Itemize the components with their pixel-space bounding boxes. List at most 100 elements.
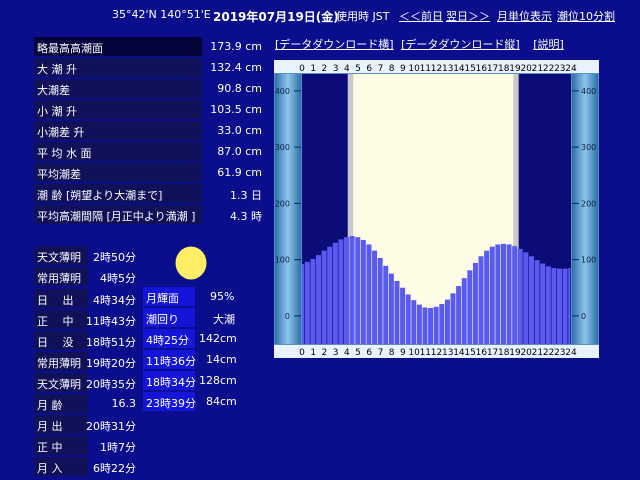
hour-label-top: 2 — [322, 64, 328, 74]
moon-row: 月 出 20時31分 — [34, 415, 136, 434]
hour-label-bottom: 7 — [378, 348, 384, 358]
y-tick-label-right: 100 — [581, 256, 596, 265]
hour-label-bottom: 0 — [299, 348, 305, 358]
info-label: 平 均 水 面 — [37, 147, 92, 160]
download-horizontal-link[interactable]: [データダウンロード横] — [275, 38, 394, 51]
tide-bar — [556, 268, 562, 344]
tide-bar — [310, 259, 316, 344]
tide-bar — [394, 281, 400, 344]
tide-bar — [428, 308, 434, 344]
y-tick-label-left: 400 — [275, 87, 290, 96]
hour-label-bottom: 18 — [498, 348, 510, 358]
info-row: 略最高高潮面 173.9 cm — [34, 37, 262, 56]
tide-chart: 400 400300 300200 200100 1000 0 0011223344556… — [274, 60, 599, 358]
moon-row: 月 齢 16.3 — [34, 394, 136, 413]
download-vertical-link[interactable]: [データダウンロード縦] — [401, 38, 520, 51]
hour-label-bottom: 21 — [532, 348, 543, 358]
tide-bar — [355, 237, 361, 344]
moon-phase-icon — [175, 246, 207, 280]
y-tick-label-left: 0 — [285, 312, 290, 321]
hour-label-top: 19 — [509, 64, 521, 74]
tide-bar — [456, 286, 462, 344]
hour-label-top: 11 — [420, 64, 431, 74]
y-tick-label-right: 200 — [581, 199, 596, 208]
hour-label-bottom: 10 — [408, 348, 420, 358]
tide-bar — [568, 268, 571, 344]
right-gauge — [572, 74, 598, 344]
tide-bar — [327, 246, 333, 344]
moon-value: 1時7分 — [100, 441, 136, 454]
timezone-label: 使用時 JST — [336, 10, 390, 23]
hour-label-top: 1 — [310, 64, 316, 74]
tide-bar — [377, 257, 383, 344]
hour-label-top: 17 — [487, 64, 498, 74]
hour-label-top: 8 — [389, 64, 395, 74]
tide-bar — [383, 265, 389, 344]
sun-value: 11時43分 — [86, 315, 136, 328]
hour-label-top: 4 — [344, 64, 350, 74]
hour-label-bottom: 8 — [389, 348, 395, 358]
info-label: 平均潮差 — [37, 168, 81, 181]
moon-value: 6時22分 — [93, 462, 136, 475]
tide-bar — [411, 300, 417, 344]
hour-label-top: 14 — [453, 64, 465, 74]
sun-row: 天文薄明 20時35分 — [34, 373, 136, 392]
tide-interval-link[interactable]: 潮位10分割 — [557, 8, 615, 24]
info-label: 平均高潮間隔 [月正中より満潮 ] — [37, 210, 196, 223]
tide-bar — [478, 256, 484, 344]
sun-label: 天文薄明 — [37, 251, 81, 264]
tide-bar — [416, 304, 422, 344]
sun-row: 常用薄明 19時20分 — [34, 352, 136, 371]
moon-value: 20時31分 — [86, 420, 136, 433]
moon-row: 月 入 6時22分 — [34, 457, 136, 476]
sun-row: 正 中 11時43分 — [34, 310, 136, 329]
tide-bar — [344, 237, 350, 344]
tide-level: 128cm — [199, 374, 237, 387]
hour-label-bottom: 12 — [431, 348, 442, 358]
sun-label: 天文薄明 — [37, 378, 81, 391]
tide-bar — [534, 260, 540, 344]
info-value: 103.5 cm — [210, 103, 262, 116]
y-tick-label-left: 200 — [275, 199, 290, 208]
tide-bar — [372, 250, 378, 344]
next-day-link[interactable]: 翌日＞＞ — [446, 8, 490, 24]
hour-label-top: 5 — [355, 64, 361, 74]
info-row: 小潮差 升 33.0 cm — [34, 121, 262, 140]
moon-label: 月 出 — [37, 420, 63, 433]
y-tick-label-right: 300 — [581, 143, 596, 152]
hour-label-bottom: 13 — [442, 348, 453, 358]
tide-level: 14cm — [206, 353, 237, 366]
sun-row: 日 出 4時34分 — [34, 289, 136, 308]
tide-bar — [551, 268, 557, 344]
tide-bar — [444, 299, 450, 344]
tide-bar — [484, 250, 490, 344]
prev-day-link[interactable]: ＜＜前日 — [399, 8, 443, 24]
tide-bar — [506, 244, 512, 344]
hour-label-top: 0 — [299, 64, 305, 74]
monthly-view-link[interactable]: 月単位表示 — [497, 8, 552, 24]
tide-bar — [517, 248, 523, 344]
info-value: 87.0 cm — [217, 145, 262, 158]
tide-bar — [388, 273, 394, 344]
sun-value: 4時34分 — [93, 294, 136, 307]
tide-bar — [349, 236, 355, 344]
moon-label: 正 中 — [37, 441, 63, 454]
daylight-band — [353, 74, 514, 344]
sun-value: 2時50分 — [93, 251, 136, 264]
info-row: 平 均 水 面 87.0 cm — [34, 142, 262, 161]
tide-bar — [366, 244, 372, 344]
info-value: 33.0 cm — [217, 124, 262, 137]
y-tick-label-right: 0 — [581, 312, 586, 321]
tide-bar — [545, 266, 551, 344]
tide-bar — [495, 244, 501, 344]
hour-label-top: 20 — [520, 64, 532, 74]
info-row: 小 潮 升 103.5 cm — [34, 100, 262, 119]
tide-bar — [400, 287, 406, 344]
info-label: 略最高高潮面 — [37, 42, 103, 55]
hour-label-bottom: 9 — [400, 348, 406, 358]
info-row: 潮 齢 [朔望より大潮まで] 1.3 日 — [34, 184, 262, 203]
hour-label-top: 12 — [431, 64, 442, 74]
help-link[interactable]: [説明] — [533, 38, 564, 51]
info-label: 大潮差 — [37, 84, 70, 97]
hour-label-top: 24 — [565, 64, 577, 74]
